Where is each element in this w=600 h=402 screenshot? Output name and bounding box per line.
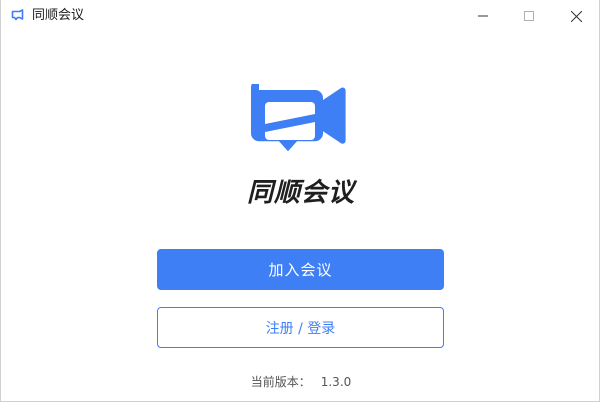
title-bar[interactable]: 同顺会议 (1, 0, 599, 32)
version-label: 当前版本： (250, 375, 311, 389)
video-chat-bubble-logo (251, 84, 346, 152)
brand-name: 同顺会议 (246, 178, 355, 208)
minimize-button[interactable] (460, 0, 506, 32)
app-window: 同顺会议 同顺会议 加入会议 注册 / 登录 当前版本： 1.3.0 (0, 0, 600, 402)
window-title: 同顺会议 (32, 8, 85, 23)
join-meeting-button[interactable]: 加入会议 (157, 249, 444, 290)
version-info: 当前版本： 1.3.0 (1, 373, 600, 390)
maximize-button[interactable] (506, 0, 552, 32)
close-icon (570, 10, 582, 22)
minimize-icon (478, 15, 488, 17)
video-chat-app-icon (11, 9, 24, 21)
maximize-icon (524, 11, 534, 21)
version-value: 1.3.0 (320, 375, 352, 389)
close-button[interactable] (553, 0, 599, 32)
register-login-button[interactable]: 注册 / 登录 (157, 307, 444, 348)
